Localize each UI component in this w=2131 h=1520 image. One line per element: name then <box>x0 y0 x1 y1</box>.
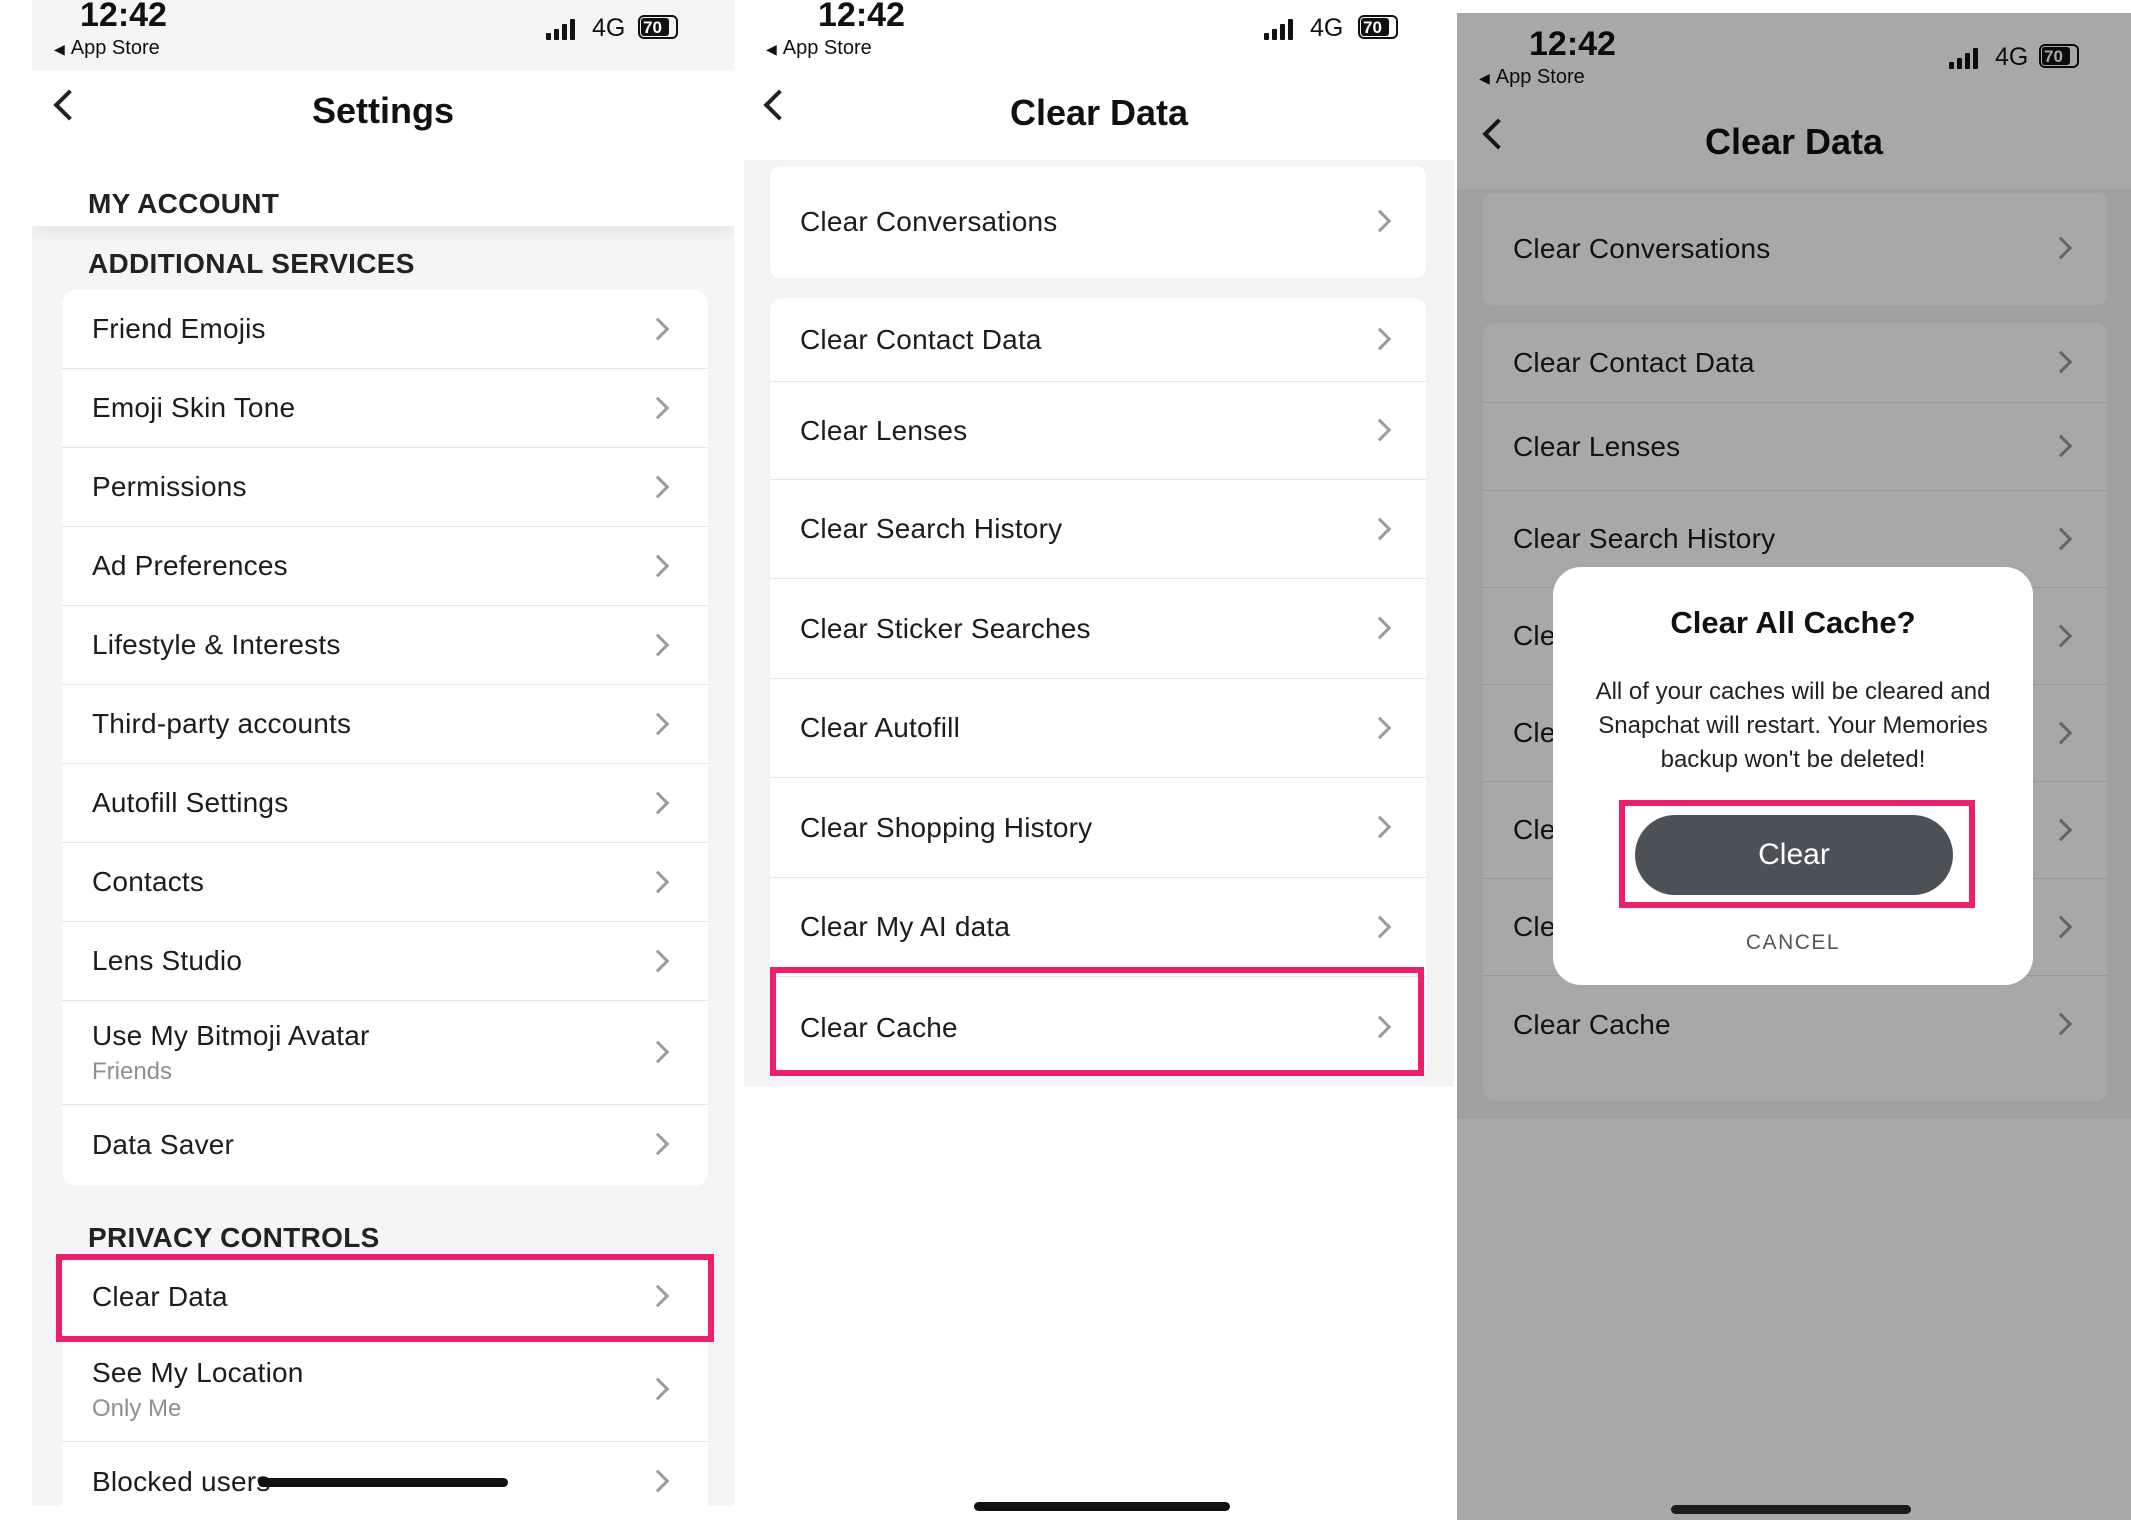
cancel-button[interactable]: CANCEL <box>1553 931 2033 955</box>
section-additional-services: ADDITIONAL SERVICES <box>88 248 415 279</box>
item-label: Data Saver <box>92 1128 235 1160</box>
conversations-card: Clear Conversations <box>770 166 1426 278</box>
home-indicator <box>258 1478 508 1487</box>
list-item[interactable]: Blocked users <box>62 1442 708 1506</box>
list-item[interactable]: Permissions <box>62 448 708 527</box>
item-value: Friends <box>92 1057 173 1085</box>
cellular-signal-icon <box>1264 18 1293 40</box>
back-app-label: App Store <box>782 37 872 59</box>
battery-icon: 70 <box>638 15 678 39</box>
highlight-clear-button <box>1619 800 1975 908</box>
list-item[interactable]: Contacts <box>62 843 708 922</box>
dialog-message: All of your caches will be cleared and S… <box>1595 678 1991 773</box>
item-label: Friend Emojis <box>92 313 266 344</box>
back-to-app-store[interactable]: ◀ App Store <box>54 37 160 60</box>
item-label: Clear Autofill <box>800 712 960 743</box>
status-bar: 12:42 ◀ App Store 4G 70 <box>32 0 734 72</box>
battery-level: 70 <box>1363 18 1382 37</box>
back-to-app-store[interactable]: ◀ App Store <box>766 37 872 60</box>
battery-level: 70 <box>643 18 662 37</box>
list-item[interactable]: Emoji Skin Tone <box>62 369 708 448</box>
list-item[interactable]: Lifestyle & Interests <box>62 606 708 685</box>
list-item[interactable]: Use My Bitmoji Avatar Friends <box>62 1001 708 1105</box>
item-label: See My Location <box>92 1356 304 1388</box>
list-item[interactable]: Clear My AI data <box>770 878 1426 977</box>
item-label: Use My Bitmoji Avatar <box>92 1019 370 1051</box>
item-label: Autofill Settings <box>92 787 289 818</box>
highlight-clear-data <box>56 1254 714 1342</box>
network-type: 4G <box>1310 14 1344 42</box>
dialog-title: Clear All Cache? <box>1670 605 1916 640</box>
list-item[interactable]: Autofill Settings <box>62 764 708 843</box>
list-item[interactable]: Data Saver <box>62 1105 708 1184</box>
additional-services-card: Friend Emojis Emoji Skin Tone Permissions A… <box>62 290 708 1186</box>
list-item[interactable]: Clear Conversations <box>770 166 1426 278</box>
back-app-label: App Store <box>70 37 160 59</box>
list-item[interactable]: See My Location Only Me <box>62 1338 708 1442</box>
item-label: Lifestyle & Interests <box>92 629 341 660</box>
item-label: Clear My AI data <box>800 911 1011 942</box>
list-item[interactable]: Lens Studio <box>62 922 708 1001</box>
list-item[interactable]: Friend Emojis <box>62 290 708 369</box>
item-label: Clear Lenses <box>800 414 968 446</box>
home-indicator <box>1671 1505 1911 1514</box>
item-label: Clear Contact Data <box>800 323 1042 355</box>
highlight-clear-cache <box>770 967 1424 1076</box>
item-label: Clear Conversations <box>800 206 1058 237</box>
item-value: Only Me <box>92 1394 182 1422</box>
item-label: Permissions <box>92 471 247 502</box>
section-privacy-controls: PRIVACY CONTROLS <box>88 1222 380 1253</box>
nav-bar: Clear Data <box>744 70 1454 150</box>
settings-screen: 12:42 ◀ App Store 4G 70 Settings MY ACCOU… <box>32 0 734 1506</box>
clear-cache-dialog-screen: 12:42 ◀ App Store 4G 70 Clear Data Clear … <box>1457 13 2131 1520</box>
back-triangle-icon: ◀ <box>766 41 777 57</box>
status-bar: 12:42 ◀ App Store 4G 70 <box>744 0 1454 72</box>
page-title: Settings <box>311 90 454 131</box>
list-item[interactable]: Clear Contact Data <box>770 298 1426 382</box>
list-item[interactable]: Clear Shopping History <box>770 778 1426 878</box>
clear-data-screen: 12:42 ◀ App Store 4G 70 Clear Data Clear … <box>744 0 1454 1520</box>
item-label: Lens Studio <box>92 945 243 976</box>
status-time: 12:42 <box>818 0 905 34</box>
cellular-signal-icon <box>546 18 575 40</box>
item-label: Contacts <box>92 866 205 897</box>
item-label: Third-party accounts <box>92 708 352 739</box>
list-item[interactable]: Ad Preferences <box>62 527 708 606</box>
status-time: 12:42 <box>80 0 167 34</box>
home-indicator <box>974 1502 1230 1511</box>
page-title: Clear Data <box>1009 92 1189 133</box>
clear-cache-dialog: Clear All Cache? All of your caches will… <box>1553 567 2033 985</box>
battery-icon: 70 <box>1358 15 1398 39</box>
item-label: Emoji Skin Tone <box>92 392 296 423</box>
data-items-card: Clear Contact Data Clear Lenses Clear Sear… <box>770 298 1426 1078</box>
item-label: Clear Sticker Searches <box>800 612 1091 644</box>
item-label: Clear Shopping History <box>800 811 1093 843</box>
list-item[interactable]: Clear Sticker Searches <box>770 579 1426 679</box>
list-item[interactable]: Clear Lenses <box>770 382 1426 480</box>
nav-bar: Settings <box>32 70 734 150</box>
item-label: Clear Search History <box>800 513 1063 544</box>
item-label: Ad Preferences <box>92 550 288 581</box>
network-type: 4G <box>592 14 626 42</box>
back-triangle-icon: ◀ <box>54 41 65 57</box>
list-item[interactable]: Third-party accounts <box>62 685 708 764</box>
list-item[interactable]: Clear Search History <box>770 480 1426 579</box>
list-item[interactable]: Clear Autofill <box>770 679 1426 778</box>
section-my-account: MY ACCOUNT <box>88 188 280 219</box>
